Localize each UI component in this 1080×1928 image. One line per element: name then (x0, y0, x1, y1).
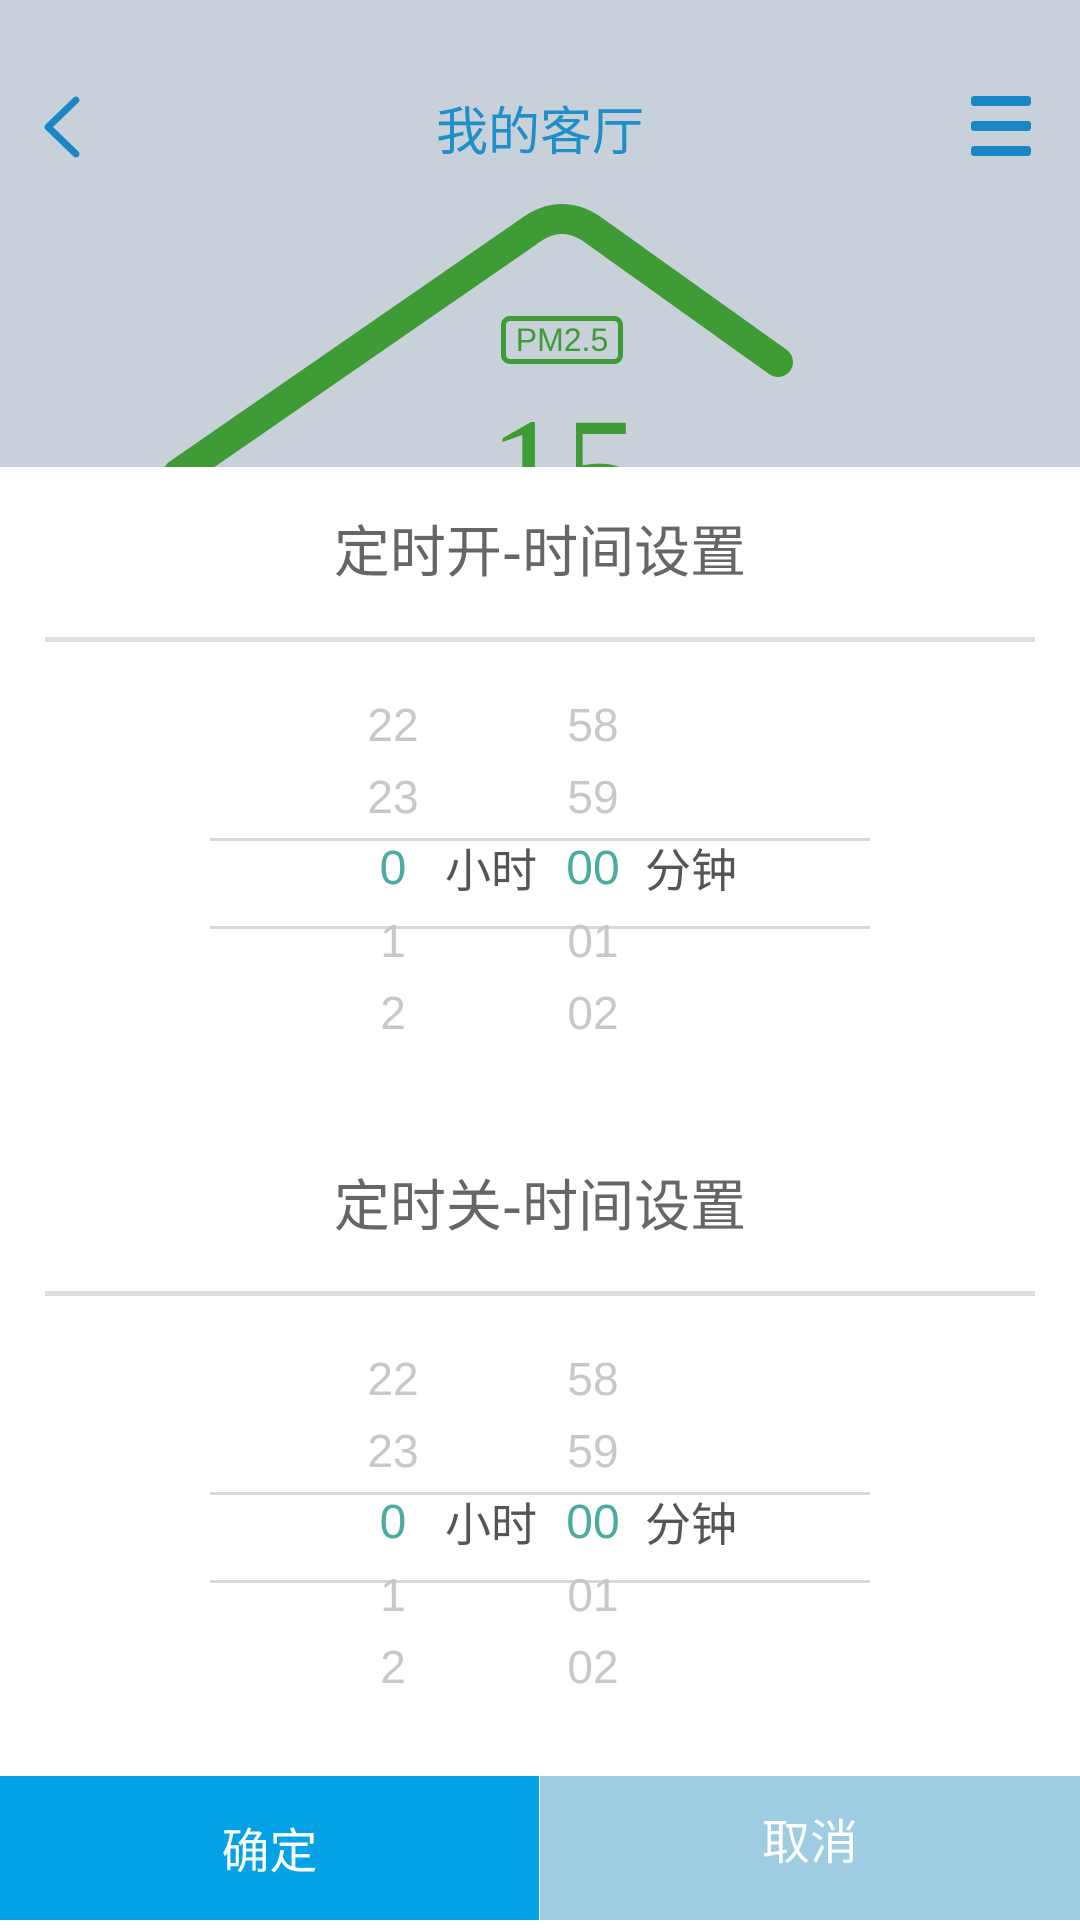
minute-option[interactable]: 01 (533, 1565, 653, 1625)
timer-on-title: 定时开-时间设置 (333, 521, 747, 586)
hour-option[interactable]: 1 (333, 1565, 453, 1625)
selected-minute[interactable]: 00 (533, 1493, 653, 1553)
minute-option[interactable]: 02 (533, 983, 653, 1043)
hour-unit-label: 小时 (445, 1498, 537, 1552)
timer-off-title: 定时关-时间设置 (333, 1175, 747, 1240)
selected-hour[interactable]: 0 (333, 1493, 453, 1553)
timer-on-divider (45, 637, 1035, 642)
minute-option[interactable]: 02 (533, 1637, 653, 1697)
app-header: 我的客厅 PM2.5 15 (0, 0, 1080, 467)
confirm-button[interactable]: 确定 (0, 1776, 539, 1920)
hour-option[interactable]: 22 (333, 1349, 453, 1409)
hour-option[interactable]: 2 (333, 983, 453, 1043)
hour-option[interactable]: 23 (333, 1421, 453, 1481)
hour-option[interactable]: 22 (333, 695, 453, 755)
minute-unit-label: 分钟 (645, 844, 737, 898)
minute-option[interactable]: 58 (533, 695, 653, 755)
hour-unit-label: 小时 (445, 844, 537, 898)
hour-option[interactable]: 1 (333, 911, 453, 971)
hour-option[interactable]: 2 (333, 1637, 453, 1697)
pm25-value: 15 (474, 396, 654, 467)
timer-on-picker[interactable]: 22 23 0 1 2 小时 58 59 00 01 02 分钟 (0, 695, 1080, 1055)
minute-option[interactable]: 58 (533, 1349, 653, 1409)
selected-minute[interactable]: 00 (533, 839, 653, 899)
timer-off-divider (45, 1291, 1035, 1296)
minute-unit-label: 分钟 (645, 1498, 737, 1552)
timer-off-picker[interactable]: 22 23 0 1 2 小时 58 59 00 01 02 分钟 (0, 1349, 1080, 1709)
pm25-badge: PM2.5 (501, 316, 623, 364)
hamburger-menu-icon[interactable] (971, 96, 1031, 156)
minute-option[interactable]: 59 (533, 1421, 653, 1481)
minute-option[interactable]: 01 (533, 911, 653, 971)
page-title: 我的客厅 (435, 103, 644, 163)
minute-option[interactable]: 59 (533, 767, 653, 827)
timer-dialog: 定时开-时间设置 22 23 0 1 2 小时 58 59 00 01 02 分… (0, 467, 1080, 1920)
selected-hour[interactable]: 0 (333, 839, 453, 899)
hour-option[interactable]: 23 (333, 767, 453, 827)
cancel-button[interactable]: 取消 (540, 1776, 1080, 1920)
